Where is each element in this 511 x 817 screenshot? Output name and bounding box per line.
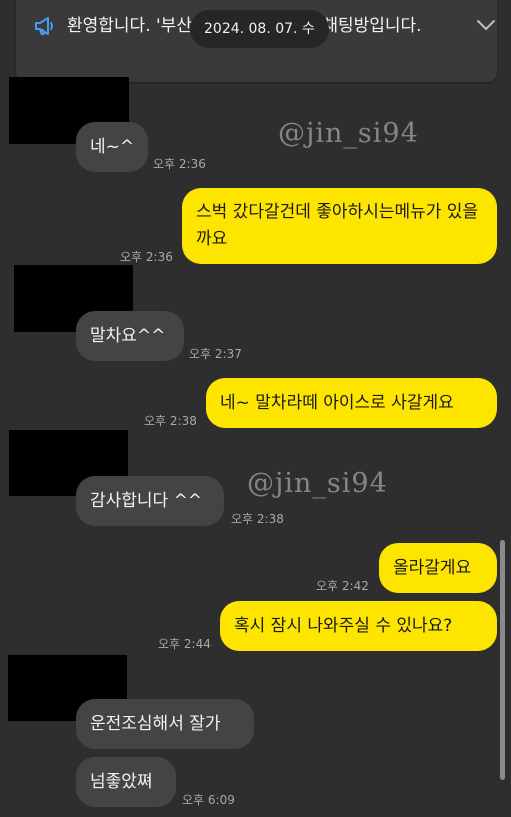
chevron-down-icon[interactable]	[476, 18, 496, 32]
message-time: 오후 2:37	[189, 347, 242, 361]
scrollbar[interactable]	[500, 540, 505, 780]
message-time: 오후 6:09	[182, 793, 235, 807]
message-bubble-out[interactable]: 스벅 갔다갈건데 좋아하시는메뉴가 있을까요	[182, 188, 497, 264]
message-time: 오후 2:36	[153, 157, 206, 171]
message-bubble-in[interactable]: 말차요^^	[76, 311, 184, 361]
megaphone-icon	[35, 17, 53, 35]
watermark: @jin_si94	[247, 468, 388, 499]
chat-room: 환영합니다. '부산 정지역 예약' 오픈채팅방입니다. 2024. 08. 0…	[0, 0, 511, 817]
message-bubble-out[interactable]: 네~ 말차라떼 아이스로 사갈게요	[206, 378, 497, 428]
date-divider: 2024. 08. 07. 수	[190, 10, 329, 48]
message-time: 오후 2:38	[144, 414, 197, 428]
message-bubble-in[interactable]: 감사합니다 ^^	[76, 476, 224, 526]
message-time: 오후 2:42	[316, 579, 369, 593]
message-bubble-in[interactable]: 넘좋았쪄	[76, 757, 176, 807]
message-bubble-in[interactable]: 운전조심해서 잘가	[76, 699, 254, 749]
message-bubble-out[interactable]: 혹시 잠시 나와주실 수 있나요?	[220, 601, 497, 651]
watermark: @jin_si94	[278, 118, 419, 149]
message-bubble-in[interactable]: 네~^	[76, 122, 148, 172]
message-time: 오후 2:36	[120, 250, 173, 264]
message-time: 오후 2:44	[158, 637, 211, 651]
message-time: 오후 2:38	[231, 512, 284, 526]
message-bubble-out[interactable]: 올라갈게요	[379, 543, 497, 593]
